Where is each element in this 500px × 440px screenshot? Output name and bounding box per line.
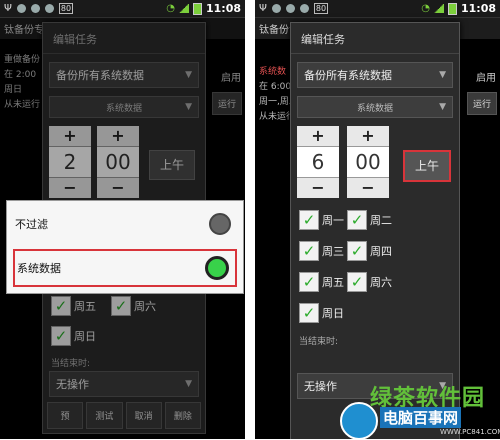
hour-decrement-button[interactable]: − — [297, 178, 339, 198]
status-bar: Ψ 80 ◔ 11:08 — [0, 0, 245, 18]
checkmark-icon: ✓ — [299, 303, 319, 323]
weekday-checkboxes: ✓ 周一 ✓ 周二 ✓ 周三 ✓ 周四 ✓ 周五 ✓ 周六 ✓ 周日 当结束时: — [299, 210, 459, 350]
checkmark-icon: ✓ — [299, 241, 319, 261]
checkbox-monday[interactable]: ✓ 周一 — [299, 210, 344, 230]
spinner-value: 备份所有系统数据 — [304, 69, 392, 82]
notification-icon — [30, 4, 40, 13]
notification-icon — [271, 4, 281, 13]
spinner-value: 无操作 — [304, 380, 337, 393]
spinner-value: 系统数据 — [356, 103, 393, 114]
checkbox-wednesday[interactable]: ✓ 周三 — [299, 241, 344, 261]
notification-icon — [285, 4, 295, 13]
end-action-label: 当结束时: — [299, 337, 339, 347]
checkbox-tuesday[interactable]: ✓ 周二 — [347, 210, 392, 230]
option-no-filter[interactable]: 不过滤 — [13, 205, 237, 243]
checkbox-saturday[interactable]: ✓ 周六 — [347, 272, 392, 292]
watermark: 绿茶软件园 电脑百事网 WWW.PC841.COM — [340, 380, 500, 440]
chevron-down-icon: ▼ — [439, 70, 446, 80]
checkmark-icon: ✓ — [347, 210, 367, 230]
notification-icon — [44, 4, 54, 13]
minute-value[interactable]: 00 — [347, 146, 389, 178]
edit-task-dialog: 编辑任务 备份所有系统数据 ▼ 系统数据 ▼ + 6 − + 00 − 上午 ✓ — [290, 22, 460, 439]
time-picker: + 6 − + 00 − 上午 — [291, 126, 459, 206]
notification-icon — [299, 4, 309, 13]
notification-icon — [16, 4, 26, 13]
battery-percent-badge: 80 — [313, 3, 329, 14]
backup-type-spinner[interactable]: 备份所有系统数据 ▼ — [297, 62, 453, 88]
signal-icon — [178, 4, 189, 13]
watermark-url: WWW.PC841.COM — [440, 428, 500, 436]
checkbox-friday[interactable]: ✓ 周五 — [299, 272, 344, 292]
hour-picker: + 6 − — [297, 126, 339, 198]
usb-icon: Ψ — [4, 3, 12, 14]
phone-screen-left: Ψ 80 ◔ 11:08 钛备份专 重做备份 在 2:00 周日 从未运行 启用… — [0, 0, 245, 439]
watermark-sub: 电脑百事网 — [380, 407, 462, 428]
hour-increment-button[interactable]: + — [297, 126, 339, 146]
clock: 11:08 — [205, 2, 241, 15]
battery-icon — [192, 2, 202, 15]
filter-options-popup: 不过滤 系统数据 — [6, 200, 244, 294]
wifi-icon: ◔ — [421, 3, 430, 14]
dialog-title: 编辑任务 — [291, 23, 459, 54]
minute-decrement-button[interactable]: − — [347, 178, 389, 198]
globe-logo-icon — [340, 402, 378, 440]
filter-spinner[interactable]: 系统数据 ▼ — [297, 96, 453, 118]
checkbox-thursday[interactable]: ✓ 周四 — [347, 241, 392, 261]
checkmark-icon: ✓ — [347, 272, 367, 292]
radio-button-on[interactable] — [205, 256, 229, 280]
option-system-data[interactable]: 系统数据 — [13, 249, 237, 287]
battery-percent-badge: 80 — [58, 3, 74, 14]
usb-icon: Ψ — [259, 3, 267, 14]
phone-screen-right: Ψ 80 ◔ 11:08 钛备份专 系统数 在 6:00 周一,周二 从未运行 … — [255, 0, 500, 439]
battery-icon — [447, 2, 457, 15]
status-bar: Ψ 80 ◔ 11:08 — [255, 0, 500, 18]
checkmark-icon: ✓ — [299, 210, 319, 230]
checkmark-icon: ✓ — [347, 241, 367, 261]
minute-increment-button[interactable]: + — [347, 126, 389, 146]
wifi-icon: ◔ — [166, 3, 175, 14]
enable-label: 启用 — [476, 73, 496, 84]
radio-button-off[interactable] — [209, 213, 231, 235]
chevron-down-icon: ▼ — [439, 102, 446, 112]
ampm-toggle-button[interactable]: 上午 — [403, 150, 451, 182]
signal-icon — [433, 4, 444, 13]
minute-picker: + 00 − — [347, 126, 389, 198]
checkmark-icon: ✓ — [299, 272, 319, 292]
run-button[interactable]: 运行 — [466, 92, 497, 115]
clock: 11:08 — [460, 2, 496, 15]
hour-value[interactable]: 6 — [297, 146, 339, 178]
checkbox-sunday[interactable]: ✓ 周日 — [299, 303, 344, 323]
